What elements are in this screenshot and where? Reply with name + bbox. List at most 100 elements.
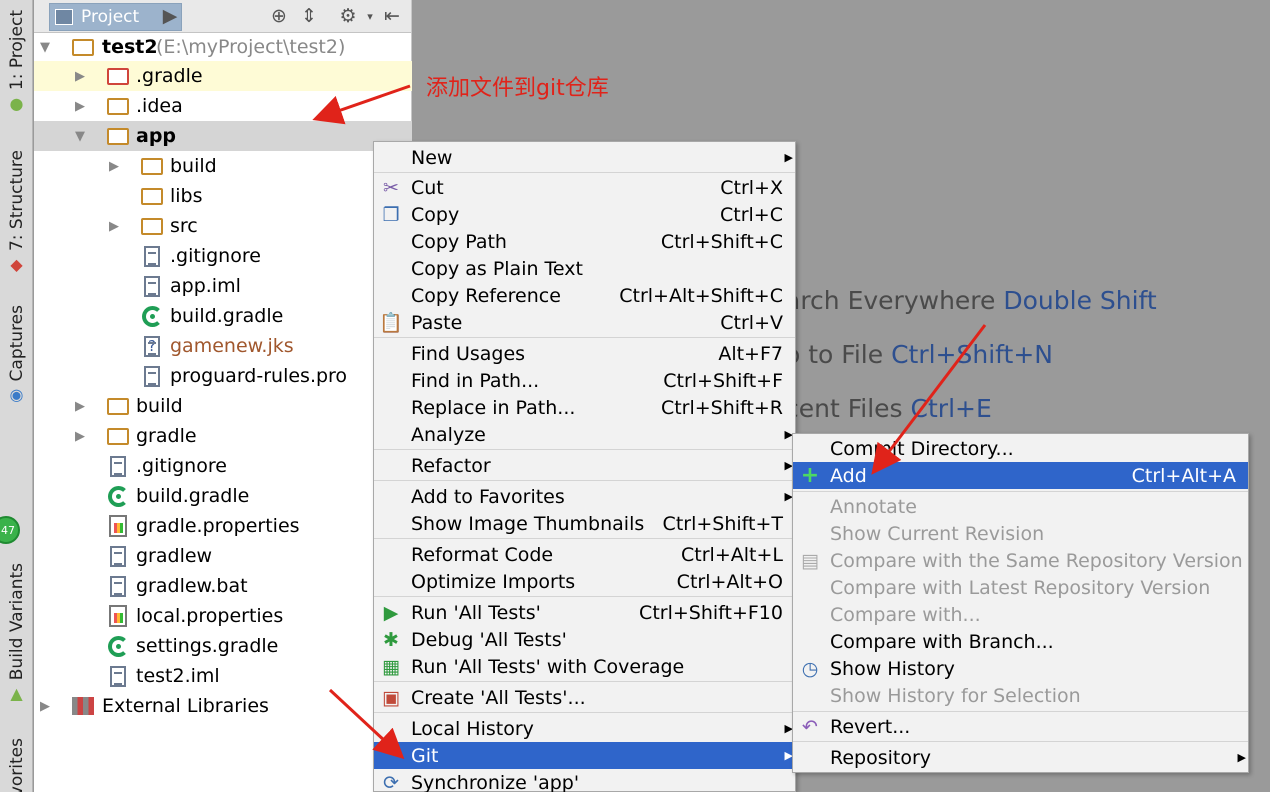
text-file-icon: [141, 245, 163, 267]
menu-label: Show History for Selection: [830, 684, 1081, 707]
tree-row-gradle-dir[interactable]: ▶ .gradle: [34, 61, 412, 91]
menu-label: Cut: [411, 176, 444, 199]
menu-item-local-history[interactable]: Local History ▶: [374, 715, 795, 742]
hide-panel-icon[interactable]: ⇤: [381, 5, 403, 27]
chevron-down-icon[interactable]: ▾: [359, 5, 381, 27]
tree-row-gradlew[interactable]: gradlew: [34, 541, 412, 571]
collapsed-arrow-icon[interactable]: ▶: [73, 99, 87, 114]
git-item-repository[interactable]: Repository ▶: [793, 744, 1248, 771]
tree-row-libs[interactable]: libs: [34, 181, 412, 211]
menu-item-refactor[interactable]: Refactor ▶: [374, 452, 795, 479]
tree-row-test2[interactable]: ▼ test2 (E:\myProject\test2): [34, 32, 412, 62]
menu-item-create-all-tests[interactable]: ▣ Create 'All Tests'...: [374, 684, 795, 711]
tree-row-src[interactable]: ▶ src: [34, 211, 412, 241]
menu-item-add-to-favorites[interactable]: Add to Favorites ▶: [374, 483, 795, 510]
menu-item-optimize-imports[interactable]: Optimize Imports Ctrl+Alt+O: [374, 568, 795, 595]
expanded-arrow-icon[interactable]: ▼: [73, 129, 87, 144]
menu-shortcut: Ctrl+Shift+R: [660, 396, 783, 419]
tree-row-proguard[interactable]: proguard-rules.pro: [34, 361, 412, 391]
tree-row-root-build[interactable]: ▶ build: [34, 391, 412, 421]
scroll-from-source-icon[interactable]: ⊕: [268, 5, 290, 27]
tree-row-gamenew-jks[interactable]: ? gamenew.jks: [34, 331, 412, 361]
menu-item-debug-all-tests[interactable]: ✱ Debug 'All Tests': [374, 626, 795, 653]
menu-shortcut: Ctrl+V: [720, 311, 783, 334]
menu-item-show-image-thumbnails[interactable]: Show Image Thumbnails Ctrl+Shift+T: [374, 510, 795, 537]
collapsed-arrow-icon[interactable]: ▶: [73, 429, 87, 444]
tree-row-gradlew-bat[interactable]: gradlew.bat: [34, 571, 412, 601]
tree-row-gradle-properties[interactable]: gradle.properties: [34, 511, 412, 541]
menu-label: Optimize Imports: [411, 570, 576, 593]
menu-item-replace-in-path[interactable]: Replace in Path... Ctrl+Shift+R: [374, 394, 795, 421]
strip-tab-project[interactable]: 1: Project ●: [0, 10, 33, 113]
tree-row-local-properties[interactable]: local.properties: [34, 601, 412, 631]
menu-item-copy-path[interactable]: Copy Path Ctrl+Shift+C: [374, 228, 795, 255]
menu-item-run-all-tests[interactable]: ▶ Run 'All Tests' Ctrl+Shift+F10: [374, 599, 795, 626]
menu-shortcut: Ctrl+Shift+F10: [639, 601, 783, 624]
collapsed-arrow-icon[interactable]: ▶: [107, 159, 121, 174]
expanded-arrow-icon[interactable]: ▼: [38, 40, 52, 55]
tree-row-idea[interactable]: ▶ .idea: [34, 91, 412, 121]
menu-item-analyze[interactable]: Analyze ▶: [374, 421, 795, 448]
strip-tab-favorites[interactable]: Favorites: [0, 738, 33, 792]
menu-item-git[interactable]: Git ▶: [374, 742, 795, 769]
menu-item-find-usages[interactable]: Find Usages Alt+F7: [374, 340, 795, 367]
menu-label: Show Image Thumbnails: [411, 512, 645, 535]
tree-row-build[interactable]: ▶ build: [34, 151, 412, 181]
menu-item-new[interactable]: New ▶: [374, 144, 795, 171]
menu-label: Repository: [830, 746, 932, 769]
collapsed-arrow-icon[interactable]: ▶: [73, 399, 87, 414]
menu-item-find-in-path[interactable]: Find in Path... Ctrl+Shift+F: [374, 367, 795, 394]
tree-row-settings-gradle[interactable]: settings.gradle: [34, 631, 412, 661]
menu-item-paste[interactable]: 📋 Paste Ctrl+V: [374, 309, 795, 336]
strip-tab-structure[interactable]: 7: Structure ◆: [0, 150, 33, 274]
git-item-show-history-selection[interactable]: Show History for Selection: [793, 682, 1248, 709]
menu-item-cut[interactable]: ✂ Cut Ctrl+X: [374, 174, 795, 201]
debug-icon: ✱: [383, 628, 399, 651]
git-item-commit-directory[interactable]: Commit Directory...: [793, 435, 1248, 462]
tree-row-root-gitignore[interactable]: .gitignore: [34, 451, 412, 481]
collapsed-arrow-icon[interactable]: ▶: [73, 69, 87, 84]
tree-row-test2-iml[interactable]: test2.iml: [34, 661, 412, 691]
text-file-icon: [107, 545, 129, 567]
git-item-show-history[interactable]: ◷ Show History: [793, 655, 1248, 682]
menu-item-copy-reference[interactable]: Copy Reference Ctrl+Alt+Shift+C: [374, 282, 795, 309]
dropdown-triangle-icon[interactable]: ▶: [159, 5, 181, 27]
menu-separator: [374, 596, 795, 597]
strip-tab-build-variants[interactable]: Build Variants ▲: [0, 563, 33, 703]
tree-row-app-build-gradle[interactable]: build.gradle: [34, 301, 412, 331]
menu-item-copy[interactable]: ❐ Copy Ctrl+C: [374, 201, 795, 228]
project-panel: Project ▶ ⊕ ⇕ ⚙ ▾ ⇤ ▼ test2 (E:\myProjec…: [34, 0, 412, 792]
collapsed-arrow-icon[interactable]: ▶: [38, 699, 52, 714]
git-item-compare-with[interactable]: Compare with...: [793, 601, 1248, 628]
tree-row-root-gradle[interactable]: ▶ gradle: [34, 421, 412, 451]
menu-separator: [793, 711, 1248, 712]
menu-label: New: [411, 146, 453, 169]
menu-item-copy-plain-text[interactable]: Copy as Plain Text: [374, 255, 795, 282]
git-item-compare-same-repo[interactable]: ▤ Compare with the Same Repository Versio…: [793, 547, 1248, 574]
gear-icon[interactable]: ⚙: [337, 5, 359, 27]
tree-row-app-gitignore[interactable]: .gitignore: [34, 241, 412, 271]
menu-label: Compare with Branch...: [830, 630, 1054, 653]
tree-row-root-build-gradle[interactable]: build.gradle: [34, 481, 412, 511]
hint-shortcut: Ctrl+Shift+N: [891, 340, 1053, 369]
menu-shortcut: Ctrl+Alt+L: [681, 543, 783, 566]
strip-tab-captures[interactable]: Captures ◉: [0, 305, 33, 404]
git-item-show-current-revision[interactable]: Show Current Revision: [793, 520, 1248, 547]
tree-row-app-iml[interactable]: app.iml: [34, 271, 412, 301]
git-item-compare-with-branch[interactable]: Compare with Branch...: [793, 628, 1248, 655]
menu-item-synchronize[interactable]: ⟳ Synchronize 'app': [374, 769, 795, 792]
git-item-compare-latest-repo[interactable]: Compare with Latest Repository Version: [793, 574, 1248, 601]
copy-icon: ❐: [382, 203, 400, 226]
tree-row-external-libraries[interactable]: ▶ External Libraries: [34, 691, 412, 721]
git-item-revert[interactable]: ↶ Revert...: [793, 713, 1248, 740]
git-item-annotate[interactable]: Annotate: [793, 493, 1248, 520]
collapsed-arrow-icon[interactable]: ▶: [107, 219, 121, 234]
strip-tab-build-variants-label: Build Variants: [6, 563, 27, 681]
tree-row-app[interactable]: ▼ app: [34, 121, 412, 151]
run-icon: ▶: [383, 601, 399, 624]
collapse-all-icon[interactable]: ⇕: [298, 5, 320, 27]
git-item-add[interactable]: + Add Ctrl+Alt+A: [793, 462, 1248, 489]
tree-label: gradlew.bat: [136, 575, 248, 597]
menu-item-run-with-coverage[interactable]: ▦ Run 'All Tests' with Coverage: [374, 653, 795, 680]
menu-item-reformat-code[interactable]: Reformat Code Ctrl+Alt+L: [374, 541, 795, 568]
